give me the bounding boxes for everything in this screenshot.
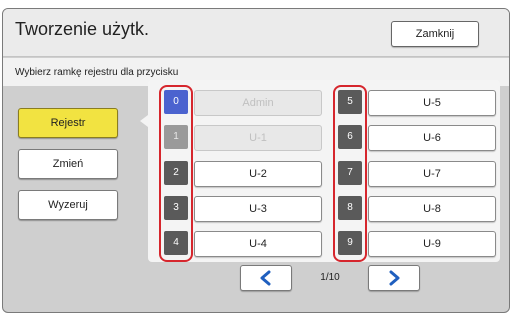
chevron-right-icon [389, 270, 400, 286]
register-slot-1[interactable]: U-1 [194, 125, 322, 151]
register-slot-6[interactable]: U-6 [368, 125, 496, 151]
register-slot-5[interactable]: U-5 [368, 90, 496, 116]
chevron-left-icon [260, 270, 271, 286]
page-indicator: 1/10 [320, 272, 340, 283]
change-button[interactable]: Zmień [18, 149, 118, 179]
next-page-button[interactable] [368, 265, 420, 291]
register-slot-0[interactable]: Admin [194, 90, 322, 116]
previous-page-button[interactable] [240, 265, 292, 291]
page-title: Tworzenie użytk. [15, 19, 150, 39]
register-slot-7[interactable]: U-7 [368, 161, 496, 187]
register-slot-4[interactable]: U-4 [194, 231, 322, 257]
register-slot-2[interactable]: U-2 [194, 161, 322, 187]
close-button[interactable]: Zamknij [391, 21, 479, 47]
register-slot-9[interactable]: U-9 [368, 231, 496, 257]
highlight-right-numbers [333, 85, 367, 262]
register-slot-3[interactable]: U-3 [194, 196, 322, 222]
highlight-left-numbers [159, 85, 193, 262]
selection-pointer [140, 115, 148, 127]
title-bar: Tworzenie użytk. Zamknij [3, 9, 509, 57]
register-button[interactable]: Rejestr [18, 108, 118, 138]
reset-button[interactable]: Wyzeruj [18, 190, 118, 220]
register-slot-8[interactable]: U-8 [368, 196, 496, 222]
